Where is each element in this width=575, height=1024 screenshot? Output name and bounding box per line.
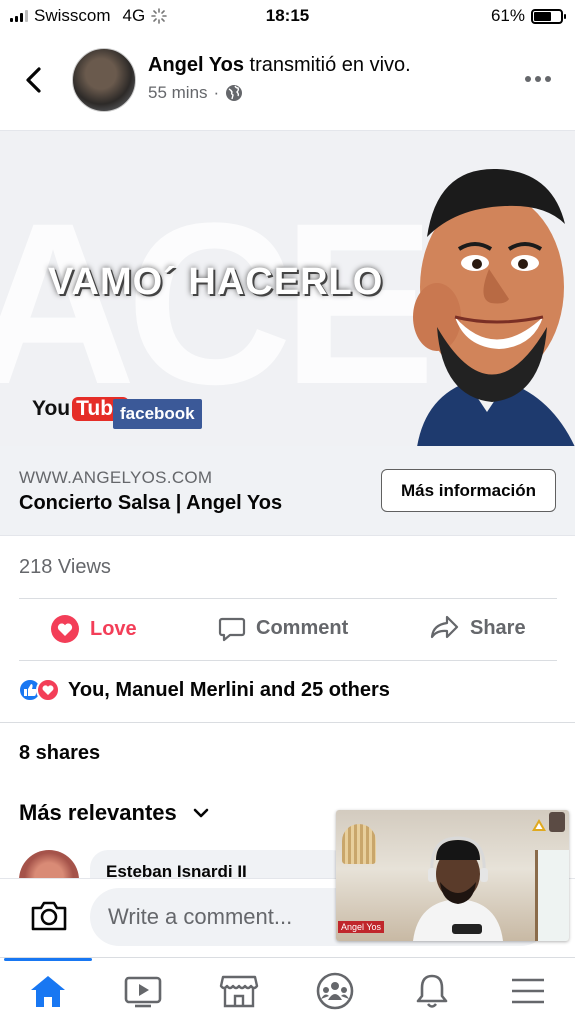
marketplace-icon[interactable] [219,972,259,1010]
watch-icon[interactable] [123,972,163,1010]
share-arrow-icon [430,615,459,639]
more-options-icon[interactable] [525,76,551,82]
status-bar: Swisscom 4G 18:15 61% [0,0,575,34]
clock: 18:15 [265,6,310,25]
live-video-pip[interactable]: Angel Yos [336,810,569,941]
post-meta: 55 mins · [148,83,243,103]
reactions-summary[interactable]: You, Manuel Merlini and 25 others [18,678,390,702]
link-title: Concierto Salsa | Angel Yos [19,492,283,514]
commenter-avatar[interactable] [19,850,79,880]
menu-icon[interactable] [508,972,548,1010]
divider [19,660,557,661]
divider [19,598,557,599]
link-preview[interactable]: WWW.ANGELYOS.COM Concierto Salsa | Angel… [0,446,575,536]
views-count: 218 Views [19,556,111,578]
love-button[interactable]: Love [50,614,137,644]
comment-bubble[interactable]: Esteban Isnardi II [90,850,350,880]
streamer-mini-avatar [549,812,565,832]
facebook-logo: facebook [113,399,202,429]
post-banner-image[interactable]: ACE VAMO´ HACERLO You Tube facebook [0,130,575,446]
video-person [413,836,503,941]
comment-icon [218,617,246,642]
shares-count[interactable]: 8 shares [19,742,100,765]
banner-slogan: VAMO´ HACERLO [48,261,384,303]
video-window [535,850,569,941]
comment-label: Comment [256,616,349,639]
bottom-navigation [0,957,575,1024]
warning-triangle-icon [532,819,546,831]
link-url: WWW.ANGELYOS.COM [19,468,213,487]
active-tab-indicator [4,958,92,961]
groups-icon[interactable] [315,972,355,1010]
battery-percent: 61% [490,6,525,25]
video-lamp [342,824,376,864]
author-avatar[interactable] [72,48,136,112]
meta-dot: · [213,83,220,102]
love-reaction-icon [51,615,79,643]
comment-button[interactable]: Comment [218,614,348,642]
globe-icon [226,85,243,101]
post-time[interactable]: 55 mins [148,83,208,103]
post-author-line: Angel Yos transmitió en vivo. [148,54,411,77]
share-button[interactable]: Share [430,614,526,642]
comment-sort-dropdown[interactable]: Más relevantes [19,800,209,826]
video-name-tag: Angel Yos [338,921,385,933]
comment-sort-label: Más relevantes [19,800,177,825]
battery-icon [531,8,566,24]
action-bar: Love Comment Share [0,600,575,658]
camera-icon[interactable] [30,899,68,933]
more-info-button[interactable]: Más información [381,469,556,512]
post-header: Angel Yos transmitió en vivo. 55 mins · [0,40,575,120]
chevron-down-icon [193,808,209,818]
love-label: Love [90,617,137,640]
post-action: transmitió en vivo. [249,54,411,76]
section-divider [0,722,575,723]
caricature-illustration [413,168,575,446]
author-name[interactable]: Angel Yos [148,54,244,76]
love-reaction-icon [36,678,60,702]
notifications-icon[interactable] [412,972,452,1010]
reactions-text: You, Manuel Merlini and 25 others [68,678,390,701]
share-label: Share [470,616,526,639]
home-icon[interactable] [28,972,68,1010]
back-arrow-icon[interactable] [22,66,46,94]
